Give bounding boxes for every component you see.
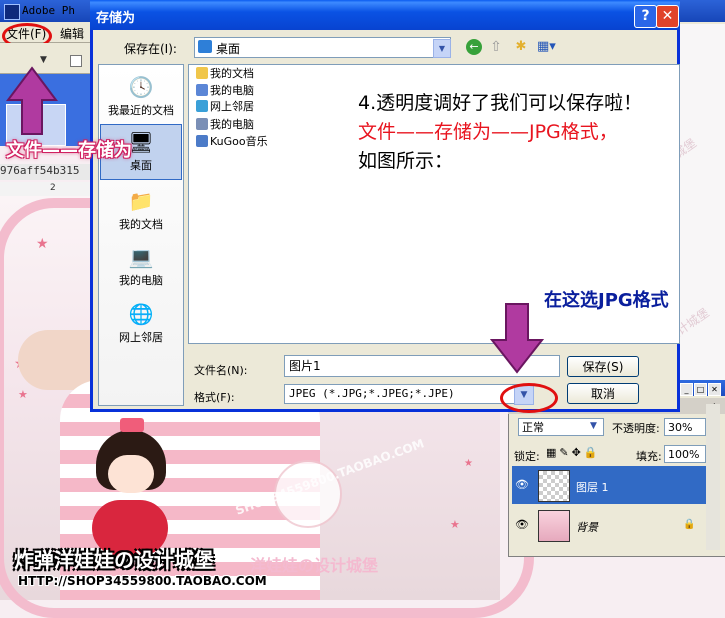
up-folder-icon[interactable]: ⇧ [488, 39, 504, 55]
doll-face [108, 455, 154, 493]
place-recent-documents[interactable]: 🕓 我最近的文档 [100, 70, 182, 126]
place-label: 网上邻居 [119, 331, 163, 344]
new-folder-icon[interactable]: ✱ [512, 39, 530, 55]
star-icon: ★ [464, 458, 473, 469]
tutorial-step-note: 如图所示： [358, 150, 454, 172]
star-icon: ★ [450, 518, 460, 531]
lock-options-icon[interactable]: ▦✎✥🔒 [546, 446, 601, 459]
watermark-brand-faint: 洋娃娃の设计城堡 [250, 556, 379, 575]
recent-documents-icon: 🕓 [128, 75, 154, 99]
place-my-computer[interactable]: 💻 我的电脑 [100, 240, 182, 296]
panel-close-button[interactable]: ✕ [708, 383, 721, 396]
place-label: 我最近的文档 [108, 104, 174, 117]
layers-scrollbar[interactable] [706, 404, 720, 550]
cancel-button[interactable]: 取消 [567, 383, 639, 404]
help-button[interactable]: ? [634, 5, 657, 28]
arrow-up-icon [6, 66, 58, 135]
back-arrow-icon[interactable]: ← [466, 39, 482, 55]
list-item[interactable]: 我的电脑 [196, 117, 254, 133]
format-select[interactable]: JPEG (*.JPG;*.JPEG;*.JPE) [284, 384, 534, 404]
ruler-number: 2 [50, 183, 56, 193]
file-name: 网上邻居 [210, 100, 254, 113]
fill-label: 填充: [636, 450, 662, 463]
place-label: 我的电脑 [119, 274, 163, 287]
document-filename: 976aff54b315 [0, 164, 90, 180]
save-in-value: 桌面 [216, 42, 241, 56]
network-places-icon: 🌐 [128, 302, 154, 326]
desktop-icon [198, 40, 212, 53]
fill-field[interactable]: 100% [664, 445, 706, 463]
photoshop-title: Adobe Ph [22, 4, 75, 17]
save-button[interactable]: 保存(S) [567, 356, 639, 377]
format-label: 格式(F): [194, 391, 235, 404]
list-item[interactable]: KuGoo音乐 [196, 134, 268, 150]
network-icon [196, 100, 208, 112]
filename-label: 文件名(N): [194, 364, 248, 377]
views-menu-icon[interactable]: ▦▾ [537, 39, 561, 55]
place-label: 桌面 [130, 159, 152, 172]
list-item[interactable]: 我的文档 [196, 66, 254, 82]
list-item[interactable]: 我的电脑 [196, 83, 254, 99]
options-checkbox[interactable] [70, 55, 82, 67]
doll-crown-icon [120, 418, 144, 432]
my-computer-icon: 💻 [128, 245, 154, 269]
place-my-documents[interactable]: 📁 我的文档 [100, 184, 182, 240]
eye-icon[interactable]: 👁 [514, 477, 530, 493]
tutorial-step-text: 4.透明度调好了我们可以保存啦！ [358, 92, 643, 114]
file-name: 我的文档 [210, 67, 254, 80]
format-highlight-circle [500, 383, 558, 413]
place-network[interactable]: 🌐 网上邻居 [100, 297, 182, 353]
footer-url: HTTP://SHOP34559800.TAOBAO.COM [18, 574, 267, 588]
file-name: 我的电脑 [210, 84, 254, 97]
photoshop-logo-icon [4, 4, 20, 20]
lock-label: 锁定: [514, 450, 540, 463]
tool-preset-arrow-icon[interactable]: ▼ [40, 55, 50, 65]
menu-edit[interactable]: 编辑 [60, 25, 84, 42]
folder-icon [196, 67, 208, 79]
chevron-down-icon[interactable]: ▼ [433, 39, 451, 58]
computer-icon [196, 84, 208, 96]
layer-name: 背景 [576, 521, 598, 534]
layer-thumbnail [538, 470, 570, 502]
list-item[interactable]: 网上邻居 [196, 99, 254, 115]
opacity-field[interactable]: 30% [664, 418, 706, 436]
shortcut-computer-icon [196, 118, 208, 130]
lock-icon: 🔒 [683, 519, 696, 530]
file-name: 我的电脑 [210, 118, 254, 131]
star-icon: ★ [36, 236, 49, 252]
footer-brand: 炸弹洋娃娃の设计城堡 [14, 548, 214, 572]
menu-hint: 文件——存储为 [6, 140, 132, 161]
layer-thumbnail [538, 510, 570, 542]
panel-minimize-button[interactable]: _ [680, 383, 693, 396]
layer-name: 图层 1 [576, 481, 609, 494]
save-in-label: 保存在(I): [124, 42, 177, 56]
dialog-titlebar [90, 0, 680, 30]
ruler [0, 182, 90, 197]
place-label: 我的文档 [119, 218, 163, 231]
dialog-title: 存储为 [96, 11, 136, 26]
star-icon: ★ [18, 388, 28, 401]
arrow-down-icon [490, 303, 544, 374]
eye-icon[interactable]: 👁 [514, 517, 530, 533]
file-name: KuGoo音乐 [210, 135, 268, 148]
my-documents-icon: 📁 [128, 189, 154, 213]
close-button[interactable]: ✕ [656, 5, 679, 28]
tutorial-step-instruction: 文件——存储为——JPG格式， [358, 121, 618, 143]
opacity-label: 不透明度: [612, 422, 660, 435]
panel-maximize-button[interactable]: □ [694, 383, 707, 396]
format-hint: 在这选JPG格式 [544, 290, 669, 311]
chevron-down-icon[interactable]: ▼ [590, 421, 597, 431]
shortcut-music-icon [196, 135, 208, 147]
